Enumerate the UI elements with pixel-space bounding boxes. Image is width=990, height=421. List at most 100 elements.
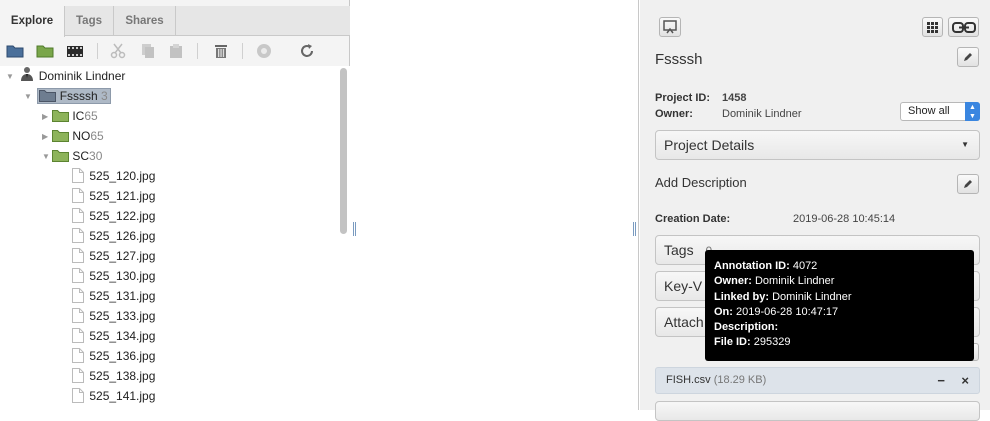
selected-project[interactable]: Fssssh 3 bbox=[37, 87, 111, 107]
file-icon bbox=[72, 267, 84, 287]
file-icon bbox=[72, 387, 84, 407]
folder-icon[interactable] bbox=[5, 41, 25, 61]
left-splitter-handle[interactable] bbox=[353, 222, 356, 236]
image-name: 525_121.jpg bbox=[89, 189, 156, 203]
tree-image-row[interactable]: 525_131.jpg bbox=[72, 286, 155, 306]
tree-image-row[interactable]: 525_121.jpg bbox=[72, 186, 155, 206]
right-splitter-handle[interactable] bbox=[633, 222, 636, 236]
tree-image-row[interactable]: 525_130.jpg bbox=[72, 266, 155, 286]
show-all-select[interactable]: Show all ▲ ▼ bbox=[900, 102, 980, 121]
open-with-icon[interactable] bbox=[659, 17, 681, 37]
dataset-count: 30 bbox=[89, 149, 103, 163]
project-count: 3 bbox=[101, 89, 108, 103]
image-name: 525_141.jpg bbox=[89, 389, 156, 403]
dataset-folder-icon bbox=[52, 107, 69, 127]
attachments-label: Attach bbox=[664, 314, 704, 330]
remove-file-button[interactable]: − bbox=[937, 368, 945, 393]
tooltip-annotation-id: Annotation ID: 4072 bbox=[714, 260, 818, 272]
pencil-icon[interactable] bbox=[957, 174, 979, 194]
tree-project-row[interactable]: ▼ Fssssh 3 bbox=[24, 86, 111, 106]
tree-dataset-row[interactable]: ▼ SC30 bbox=[42, 146, 102, 166]
image-name: 525_136.jpg bbox=[89, 349, 156, 363]
collapse-arrow-icon[interactable]: ▼ bbox=[24, 87, 34, 107]
collapse-arrow-icon[interactable]: ▼ bbox=[42, 147, 52, 167]
tree-user-row[interactable]: ▼ Dominik Lindner bbox=[6, 66, 125, 86]
object-title: Fssssh bbox=[655, 51, 703, 68]
new-dataset-icon[interactable] bbox=[35, 41, 55, 61]
explore-toolbar bbox=[0, 37, 350, 65]
tree-image-row[interactable]: 525_134.jpg bbox=[72, 326, 155, 346]
project-id-value: 1458 bbox=[722, 92, 747, 104]
select-arrows-icon: ▲ ▼ bbox=[965, 102, 980, 121]
next-section[interactable] bbox=[655, 401, 980, 421]
toolbar-divider bbox=[242, 43, 243, 59]
tooltip-owner: Owner: Dominik Lindner bbox=[714, 275, 835, 288]
collapse-arrow-icon[interactable]: ▼ bbox=[6, 67, 16, 87]
file-icon bbox=[72, 167, 84, 187]
file-icon bbox=[72, 227, 84, 247]
show-all-select-value: Show all bbox=[908, 105, 950, 117]
file-icon bbox=[72, 187, 84, 207]
image-name: 525_130.jpg bbox=[89, 269, 156, 283]
image-name: 525_126.jpg bbox=[89, 229, 156, 243]
film-icon[interactable] bbox=[65, 41, 85, 61]
file-icon bbox=[72, 367, 84, 387]
dataset-folder-icon bbox=[52, 127, 69, 147]
delete-file-button[interactable]: × bbox=[961, 368, 969, 393]
dataset-name: SC bbox=[72, 149, 90, 163]
project-details-section[interactable]: Project Details ▼ bbox=[655, 130, 980, 160]
grid-icon[interactable] bbox=[922, 17, 943, 37]
toolbar-divider bbox=[197, 43, 198, 59]
dataset-count: 65 bbox=[84, 109, 98, 123]
paste-icon[interactable] bbox=[166, 41, 186, 61]
project-id-label: Project ID: bbox=[655, 92, 711, 104]
tree-image-row[interactable]: 525_127.jpg bbox=[72, 246, 155, 266]
user-icon bbox=[19, 66, 35, 88]
tooltip-description: Description: bbox=[714, 321, 779, 334]
pencil-icon[interactable] bbox=[957, 47, 979, 67]
project-details-label: Project Details bbox=[664, 137, 755, 153]
dataset-name: NO bbox=[72, 129, 91, 143]
expand-arrow-icon[interactable]: ▶ bbox=[42, 107, 52, 127]
tags-label: Tags bbox=[664, 242, 694, 258]
owner-label: Owner: bbox=[655, 108, 693, 120]
tree-image-row[interactable]: 525_136.jpg bbox=[72, 346, 155, 366]
tab-explore[interactable]: Explore bbox=[0, 6, 65, 37]
file-icon bbox=[72, 307, 84, 327]
creation-date-label: Creation Date: bbox=[655, 213, 731, 225]
image-name: 525_120.jpg bbox=[89, 169, 156, 183]
dataset-name: IC bbox=[72, 109, 85, 123]
tree-dataset-row[interactable]: ▶ NO65 bbox=[42, 126, 104, 146]
delete-icon[interactable] bbox=[211, 41, 231, 61]
copy-icon[interactable] bbox=[138, 41, 158, 61]
add-description-label: Add Description bbox=[655, 175, 747, 190]
image-name: 525_134.jpg bbox=[89, 329, 156, 343]
tooltip-file-id: File ID: 295329 bbox=[714, 336, 791, 349]
tree-image-row[interactable]: 525_141.jpg bbox=[72, 386, 155, 406]
tree-image-row[interactable]: 525_126.jpg bbox=[72, 226, 155, 246]
image-name: 525_131.jpg bbox=[89, 289, 156, 303]
share-icon[interactable] bbox=[254, 41, 274, 61]
image-name: 525_133.jpg bbox=[89, 309, 156, 323]
tab-tags[interactable]: Tags bbox=[65, 6, 114, 36]
tree-image-row[interactable]: 525_138.jpg bbox=[72, 366, 155, 386]
center-panel bbox=[351, 0, 639, 410]
folder-icon bbox=[39, 87, 57, 107]
file-name: FISH.csv bbox=[666, 374, 711, 386]
tree-dataset-row[interactable]: ▶ IC65 bbox=[42, 106, 98, 126]
key-value-label: Key-V bbox=[664, 278, 703, 294]
file-icon bbox=[72, 247, 84, 267]
link-icon[interactable] bbox=[948, 17, 979, 37]
cut-icon[interactable] bbox=[108, 41, 128, 61]
expand-arrow-icon[interactable]: ▶ bbox=[42, 127, 52, 147]
tree-scrollbar[interactable] bbox=[340, 68, 347, 234]
tree-image-row[interactable]: 525_122.jpg bbox=[72, 206, 155, 226]
tab-shares[interactable]: Shares bbox=[114, 6, 176, 36]
tree-image-row[interactable]: 525_133.jpg bbox=[72, 306, 155, 326]
image-name: 525_127.jpg bbox=[89, 249, 156, 263]
refresh-icon[interactable] bbox=[297, 41, 317, 61]
tree-image-row[interactable]: 525_120.jpg bbox=[72, 166, 155, 186]
dataset-folder-icon bbox=[52, 147, 69, 167]
dataset-count: 65 bbox=[90, 129, 104, 143]
file-annotation-row[interactable]: FISH.csv (18.29 KB) − × bbox=[655, 367, 980, 394]
